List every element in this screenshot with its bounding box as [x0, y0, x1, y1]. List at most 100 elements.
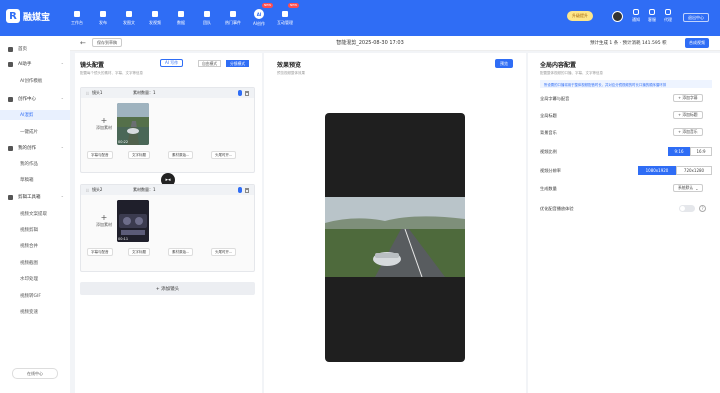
material-thumbnail[interactable]: 00:11: [117, 200, 149, 242]
notification-button[interactable]: 通知: [632, 9, 640, 23]
sidebar-item-home[interactable]: 首页: [0, 44, 70, 54]
shots-panel-subtitle: 配置每个镜头的素材、字幕、文字等信息: [80, 71, 143, 75]
main-nav: 工作台 发布 发图文 发视频 数据 团队 热门事件 NEW AI AI创作 NEW 互…: [64, 0, 300, 36]
agent-button[interactable]: 代理: [664, 9, 672, 23]
create-icon: [8, 96, 13, 102]
nav-interaction[interactable]: NEW 互动管理: [272, 0, 300, 36]
trash-icon[interactable]: [245, 187, 249, 193]
team-icon: [204, 10, 210, 17]
add-music-button[interactable]: + 添加音乐: [673, 128, 703, 136]
dashboard-image: [117, 200, 149, 242]
material-thumbnail[interactable]: 00:22: [117, 103, 149, 145]
resolution-720[interactable]: 720x1280: [676, 166, 712, 175]
hot-icon: [230, 10, 236, 17]
top-bar: R 融媒宝 工作台 发布 发图文 发视频 数据 团队 热门事件 NEW AI AI创…: [0, 0, 720, 36]
text-title-chip[interactable]: 文字标题: [128, 248, 150, 256]
service-button[interactable]: 客服: [648, 9, 656, 23]
audio-optimize-toggle[interactable]: [679, 205, 695, 212]
sidebar-item-clip[interactable]: 视频剪辑: [0, 225, 70, 235]
mic-icon[interactable]: [238, 90, 242, 96]
material-source-select[interactable]: 素材原始...: [168, 151, 194, 159]
sidebar-item-ai-assistant[interactable]: AI助手 ⌃: [0, 59, 70, 69]
nav-data[interactable]: 数据: [168, 0, 194, 36]
free-mode-tab[interactable]: 自由模式: [198, 60, 222, 67]
nav-ai-create[interactable]: NEW AI AI创作: [246, 0, 274, 36]
material-count: 素材数量：1: [133, 187, 156, 192]
sidebar: 首页 AI助手 ⌃ AI创作模板 创作中心 ⌃ AI混剪 一键成片 我的创作 ⌃ 我的…: [0, 36, 70, 393]
drag-handle-icon[interactable]: ⠿: [86, 91, 89, 96]
sidebar-item-my-creation[interactable]: 我的创作 ⌃: [0, 143, 70, 153]
global-subtitle-label: 全局字幕与配音: [540, 96, 570, 101]
head-tail-select[interactable]: 头尾时开...: [211, 151, 237, 159]
ai-icon: AI: [254, 9, 264, 19]
nav-team[interactable]: 团队: [194, 0, 220, 36]
add-material-button[interactable]: + 添加素材: [89, 201, 119, 241]
storyboard-mode-tab[interactable]: 分镜模式: [226, 60, 250, 67]
add-title-button[interactable]: + 添加标题: [673, 111, 703, 119]
head-tail-select[interactable]: 头尾时开...: [211, 248, 237, 256]
ratio-16-9[interactable]: 16:9: [690, 147, 712, 156]
nav-hot-events[interactable]: 热门事件: [220, 0, 246, 36]
gen-count-label: 生成数量: [540, 186, 557, 191]
nav-workbench[interactable]: 工作台: [64, 0, 90, 36]
audio-optimize-label: 优化配音播放体验: [540, 206, 574, 211]
subtitle-audio-chip[interactable]: 字幕与配音: [87, 151, 113, 159]
global-panel-subtitle: 配置整体视频的口播、字幕、文字等信息: [540, 71, 603, 75]
online-service-button[interactable]: 在线中心: [12, 368, 58, 379]
trash-icon[interactable]: [245, 90, 249, 96]
chevron-icon: ⌃: [60, 61, 64, 67]
shot-name[interactable]: 镜头1: [92, 90, 103, 96]
avatar[interactable]: [612, 11, 623, 22]
nav-post-article[interactable]: 发图文: [116, 0, 142, 36]
upgrade-button[interactable]: 升级提升: [567, 11, 593, 21]
drag-handle-icon[interactable]: ⠿: [86, 188, 89, 193]
nav-publish[interactable]: 发布: [90, 0, 116, 36]
add-shot-button[interactable]: + 添加镜头: [80, 282, 255, 295]
add-material-button[interactable]: + 添加素材: [89, 104, 119, 144]
mic-icon[interactable]: [238, 187, 242, 193]
project-title[interactable]: 智能混剪_2025-08-30 17:03: [300, 39, 440, 46]
gen-count-select[interactable]: 系统默认 ⌄: [673, 184, 704, 192]
sidebar-item-merge[interactable]: 视频合并: [0, 241, 70, 251]
preview-button[interactable]: 预览: [495, 59, 513, 68]
sidebar-item-ai-mix[interactable]: AI混剪: [0, 110, 70, 120]
clip-duration: 00:22: [118, 140, 129, 144]
shot-header: ⠿ 镜头1 素材数量：1: [81, 88, 254, 98]
sidebar-item-create-center[interactable]: 创作中心 ⌃: [0, 94, 70, 104]
sidebar-item-gif[interactable]: 视频转GIF: [0, 291, 70, 301]
shot-name[interactable]: 镜头2: [92, 187, 103, 193]
nav-post-video[interactable]: 发视频: [142, 0, 168, 36]
sidebar-item-my-works[interactable]: 我的作品: [0, 159, 70, 169]
synthesize-button[interactable]: 合成视频: [685, 38, 709, 48]
resolution-1080[interactable]: 1080x1920: [638, 166, 676, 175]
ratio-9-16[interactable]: 9:16: [668, 147, 690, 156]
shot-header: ⠿ 镜头2 素材数量：1: [81, 185, 254, 195]
cost-estimate: 预计生成 1 条 · 预计消耗 141.595 积: [590, 41, 667, 46]
save-draft-button[interactable]: 保存到草稿: [92, 38, 122, 47]
interaction-icon: [282, 10, 288, 17]
sidebar-item-speed[interactable]: 视频变速: [0, 307, 70, 317]
sidebar-item-ai-template[interactable]: AI创作模板: [0, 76, 70, 86]
plus-icon: +: [100, 116, 108, 125]
preview-panel-subtitle: 预览视频整体效果: [277, 71, 305, 75]
agent-icon: [665, 9, 671, 15]
sidebar-item-screenshot[interactable]: 视频截图: [0, 258, 70, 268]
sidebar-item-watermark[interactable]: 水印处理: [0, 274, 70, 284]
subtitle-audio-chip[interactable]: 字幕与配音: [87, 248, 113, 256]
exit-button[interactable]: 退出中心: [683, 13, 709, 22]
material-source-select[interactable]: 素材原始...: [168, 248, 194, 256]
brand-logo[interactable]: R 融媒宝: [6, 9, 50, 23]
add-subtitle-button[interactable]: + 添加字幕: [673, 94, 703, 102]
help-icon[interactable]: ?: [699, 205, 706, 212]
sidebar-item-one-click[interactable]: 一键成片: [0, 127, 70, 137]
text-title-chip[interactable]: 文字标题: [128, 151, 150, 159]
global-title-label: 全局标题: [540, 113, 557, 118]
sidebar-item-toolbox[interactable]: 剪辑工具箱 ⌃: [0, 192, 70, 202]
video-preview[interactable]: [325, 113, 465, 362]
sidebar-item-drafts[interactable]: 草稿箱: [0, 175, 70, 185]
back-arrow-icon[interactable]: ←: [80, 39, 86, 47]
article-icon: [126, 10, 132, 17]
ai-write-button[interactable]: AI 写作: [160, 59, 184, 67]
bgm-label: 背景音乐: [540, 130, 557, 135]
sidebar-item-extract[interactable]: 视频文案提取: [0, 209, 70, 219]
